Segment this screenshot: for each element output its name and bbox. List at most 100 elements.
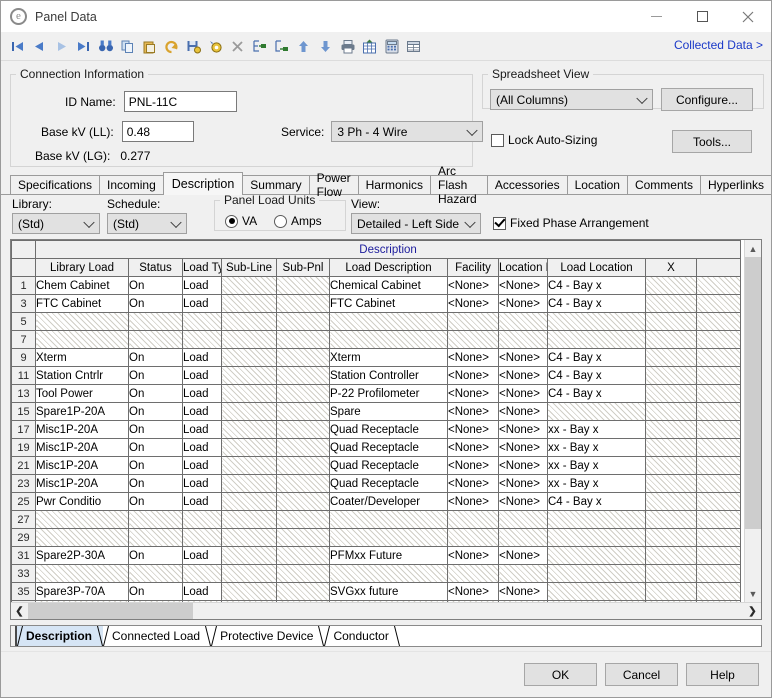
cell-desc[interactable]: Quad Receptacle (330, 421, 448, 439)
cell-type[interactable]: Load (183, 349, 222, 367)
cell-locname[interactable]: <None> (499, 457, 548, 475)
settings-gear-icon[interactable] (205, 36, 226, 57)
column-header-load-location[interactable]: Load Location (548, 259, 646, 277)
cell-status[interactable]: On (129, 475, 183, 493)
cell-locname[interactable]: <None> (499, 349, 548, 367)
cell-status[interactable]: On (129, 457, 183, 475)
cell-lib[interactable]: FTC Cabinet (36, 295, 129, 313)
row-number[interactable]: 27 (12, 511, 36, 529)
cell-desc[interactable]: Spare (330, 403, 448, 421)
cell-status[interactable] (129, 331, 183, 349)
cell-lib[interactable]: Chem Cabinet (36, 277, 129, 295)
cell-facility[interactable]: <None> (448, 385, 499, 403)
column-header-sub-pnl[interactable]: Sub-Pnl (277, 259, 330, 277)
cell-locname[interactable]: <None> (499, 367, 548, 385)
paste-icon[interactable] (139, 36, 160, 57)
copy-icon[interactable] (117, 36, 138, 57)
cell-loc[interactable] (548, 547, 646, 565)
id-name-input[interactable] (124, 91, 237, 112)
export-table-icon[interactable] (359, 36, 380, 57)
cell-subpnl[interactable] (277, 331, 330, 349)
cell-overflow[interactable] (697, 295, 741, 313)
cell-facility[interactable]: <None> (448, 421, 499, 439)
row-number[interactable]: 25 (12, 493, 36, 511)
sheet-tab-protective-device[interactable]: Protective Device (211, 626, 324, 646)
cell-locname[interactable]: <None> (499, 583, 548, 601)
scroll-left-button[interactable]: ❮ (11, 603, 28, 619)
collected-data-link[interactable]: Collected Data > (674, 38, 763, 52)
cell-lib[interactable]: Tool Power (36, 385, 129, 403)
cell-loc[interactable]: C4 - Bay x (548, 493, 646, 511)
cell-status[interactable]: On (129, 421, 183, 439)
tab-hyperlinks[interactable]: Hyperlinks (700, 175, 772, 194)
table-row[interactable]: 21Misc1P-20AOnLoadQuad Receptacle<None><… (12, 457, 741, 475)
cell-type[interactable] (183, 331, 222, 349)
first-record-icon[interactable] (7, 36, 28, 57)
cell-subline[interactable] (222, 313, 277, 331)
unit-va-radio[interactable] (225, 215, 238, 228)
table-row[interactable]: 17Misc1P-20AOnLoadQuad Receptacle<None><… (12, 421, 741, 439)
calculator-icon[interactable] (381, 36, 402, 57)
cell-locname[interactable]: <None> (499, 421, 548, 439)
cell-lib[interactable] (36, 565, 129, 583)
table-row[interactable]: 25Pwr ConditioOnLoadCoater/Developer<Non… (12, 493, 741, 511)
cell-type[interactable] (183, 511, 222, 529)
cell-desc[interactable] (330, 313, 448, 331)
cell-x[interactable] (646, 367, 697, 385)
row-number[interactable]: 9 (12, 349, 36, 367)
cell-overflow[interactable] (697, 367, 741, 385)
cell-x[interactable] (646, 547, 697, 565)
save-settings-icon[interactable] (183, 36, 204, 57)
cell-overflow[interactable] (697, 529, 741, 547)
scroll-down-button[interactable]: ▼ (745, 585, 761, 602)
cell-desc[interactable]: Coater/Developer (330, 493, 448, 511)
sheet-tab-connected-load[interactable]: Connected Load (103, 626, 211, 646)
cell-x[interactable] (646, 511, 697, 529)
cell-subline[interactable] (222, 547, 277, 565)
cell-x[interactable] (646, 277, 697, 295)
horizontal-scroll-thumb[interactable] (28, 603, 193, 619)
cell-desc[interactable] (330, 331, 448, 349)
cell-subpnl[interactable] (277, 277, 330, 295)
row-number[interactable]: 15 (12, 403, 36, 421)
cell-overflow[interactable] (697, 475, 741, 493)
cell-subpnl[interactable] (277, 457, 330, 475)
table-row[interactable]: 9XtermOnLoadXterm<None><None>C4 - Bay x (12, 349, 741, 367)
tools-button[interactable]: Tools... (672, 130, 752, 153)
table-row[interactable]: 1Chem CabinetOnLoadChemical Cabinet<None… (12, 277, 741, 295)
cell-type[interactable]: Load (183, 295, 222, 313)
cell-desc[interactable] (330, 511, 448, 529)
cell-status[interactable]: On (129, 349, 183, 367)
cell-overflow[interactable] (697, 457, 741, 475)
row-number[interactable]: 31 (12, 547, 36, 565)
cell-subline[interactable] (222, 511, 277, 529)
cell-subline[interactable] (222, 331, 277, 349)
cell-loc[interactable]: C4 - Bay x (548, 385, 646, 403)
cell-subpnl[interactable] (277, 529, 330, 547)
cell-status[interactable]: On (129, 403, 183, 421)
column-header-load-description[interactable]: Load Description (330, 259, 448, 277)
cell-desc[interactable]: P-22 Profilometer (330, 385, 448, 403)
insert-row-below-icon[interactable] (271, 36, 292, 57)
cell-loc[interactable] (548, 565, 646, 583)
cell-subpnl[interactable] (277, 367, 330, 385)
row-number[interactable]: 19 (12, 439, 36, 457)
tab-arc-flash-hazard[interactable]: Arc Flash Hazard (430, 175, 488, 194)
cell-locname[interactable]: <None> (499, 493, 548, 511)
scroll-right-button[interactable]: ❯ (744, 603, 761, 619)
row-number[interactable]: 17 (12, 421, 36, 439)
cell-subpnl[interactable] (277, 511, 330, 529)
cell-overflow[interactable] (697, 385, 741, 403)
cell-status[interactable] (129, 565, 183, 583)
cell-subpnl[interactable] (277, 583, 330, 601)
scroll-up-button[interactable]: ▲ (745, 240, 761, 257)
print-icon[interactable] (337, 36, 358, 57)
tab-specifications[interactable]: Specifications (10, 175, 100, 194)
cell-overflow[interactable] (697, 493, 741, 511)
cell-subpnl[interactable] (277, 565, 330, 583)
cell-desc[interactable]: FTC Cabinet (330, 295, 448, 313)
unit-amps-radio[interactable] (274, 215, 287, 228)
cell-x[interactable] (646, 331, 697, 349)
cell-overflow[interactable] (697, 349, 741, 367)
maximize-button[interactable] (679, 1, 725, 32)
